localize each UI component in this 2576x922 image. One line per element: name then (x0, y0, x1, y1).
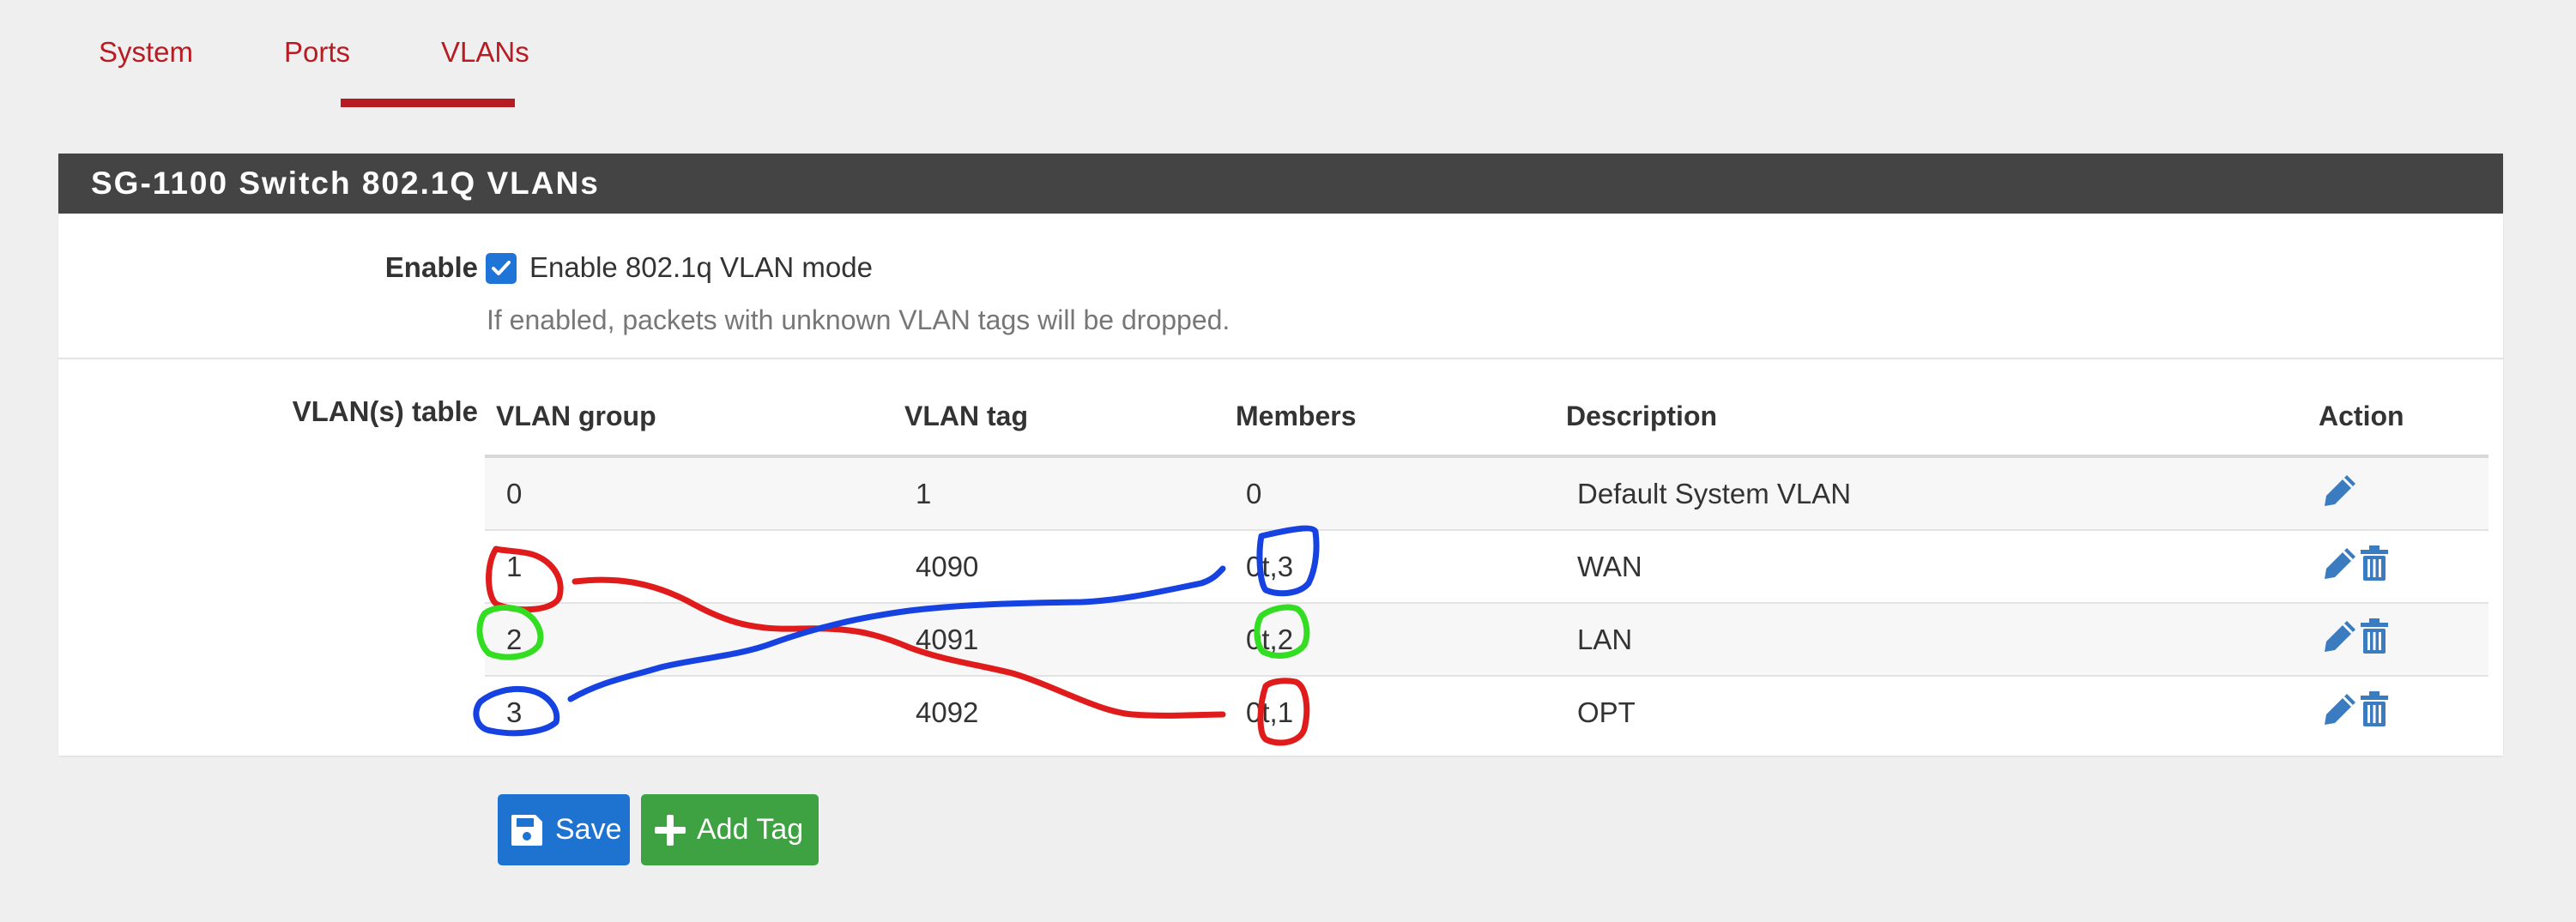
table-row: 3 4092 0t,1 OPT (485, 677, 2488, 748)
column-header-description: Description (1566, 401, 1718, 431)
tab-system[interactable]: System (99, 36, 193, 69)
row-divider (58, 358, 2503, 359)
tab-bar: System Ports VLANs (60, 0, 661, 111)
enable-help-text: If enabled, packets with unknown VLAN ta… (487, 304, 1231, 335)
edit-icon[interactable] (2321, 545, 2359, 589)
pfsense-vlans-page: System Ports VLANs SG-1100 Switch 802.1Q… (0, 0, 2576, 922)
trash-icon[interactable] (2357, 545, 2392, 589)
cell-vlan-tag: 4090 (916, 551, 979, 582)
cell-vlan-tag: 4092 (916, 696, 979, 728)
cell-members: 0t,2 (1246, 624, 1294, 655)
edit-icon[interactable] (2321, 618, 2359, 662)
table-row: 2 4091 0t,2 LAN (485, 604, 2488, 677)
save-button-label: Save (555, 813, 622, 846)
column-header-vlan-tag: VLAN tag (904, 401, 1028, 431)
vlan-panel: SG-1100 Switch 802.1Q VLANs Enable Enabl… (58, 154, 2503, 756)
cell-description: OPT (1577, 696, 1636, 728)
floppy-disk-icon (508, 811, 546, 857)
cell-vlan-tag: 1 (916, 478, 932, 509)
checkmark-icon (492, 261, 511, 275)
cell-description: LAN (1577, 624, 1633, 655)
tab-ports[interactable]: Ports (284, 36, 350, 69)
column-header-vlan-group: VLAN group (496, 401, 656, 431)
save-button[interactable]: Save (498, 794, 630, 865)
trash-icon[interactable] (2357, 618, 2392, 662)
cell-vlan-group: 0 (506, 478, 523, 509)
trash-icon[interactable] (2357, 690, 2392, 735)
active-tab-indicator (341, 99, 515, 107)
add-tag-button[interactable]: Add Tag (641, 794, 819, 865)
panel-heading: SG-1100 Switch 802.1Q VLANs (58, 154, 2503, 214)
cell-description: Default System VLAN (1577, 478, 1852, 509)
cell-members: 0t,3 (1246, 551, 1294, 582)
enable-label: Enable (384, 251, 478, 283)
cell-vlan-tag: 4091 (916, 624, 979, 655)
cell-vlan-group: 3 (506, 696, 523, 728)
edit-icon[interactable] (2321, 690, 2359, 735)
plus-icon (651, 811, 689, 857)
tab-vlans[interactable]: VLANs (441, 36, 529, 69)
cell-vlan-group: 2 (506, 624, 523, 655)
column-header-action: Action (2319, 401, 2404, 431)
cell-description: WAN (1577, 551, 1642, 582)
enable-vlan-checkbox[interactable] (486, 253, 517, 284)
table-row: 1 4090 0t,3 WAN (485, 531, 2488, 604)
table-row: 0 1 0 Default System VLAN (485, 458, 2488, 531)
cell-members: 0t,1 (1246, 696, 1294, 728)
cell-members: 0 (1246, 478, 1262, 509)
column-header-members: Members (1236, 401, 1357, 431)
vlan-table-label: VLAN(s) table (292, 395, 478, 427)
cell-vlan-group: 1 (506, 551, 523, 582)
add-tag-button-label: Add Tag (697, 813, 804, 846)
edit-icon[interactable] (2321, 472, 2359, 516)
enable-vlan-checkbox-label[interactable]: Enable 802.1q VLAN mode (529, 251, 873, 284)
panel-title: SG-1100 Switch 802.1Q VLANs (91, 166, 600, 201)
